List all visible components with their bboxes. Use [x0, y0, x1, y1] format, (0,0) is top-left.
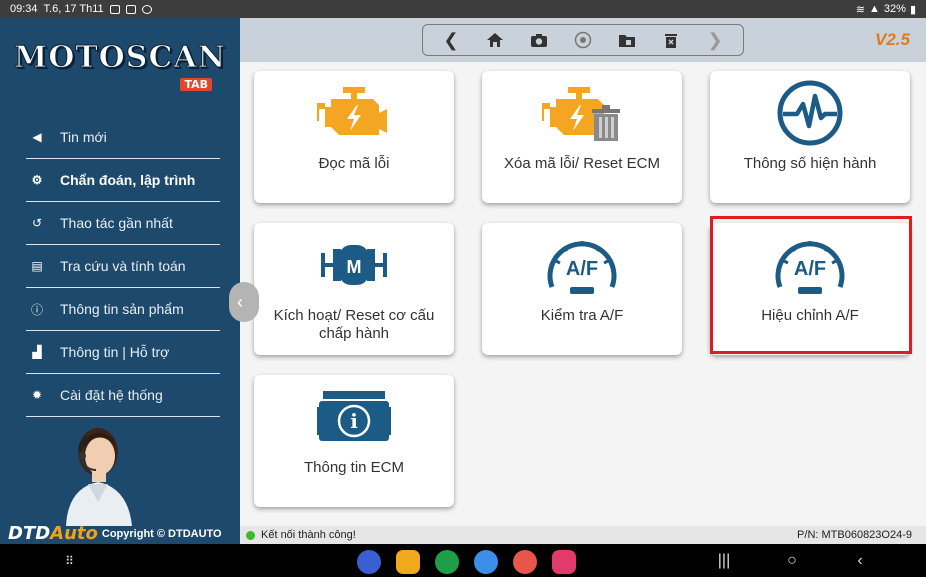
sync-notification-icon [141, 4, 152, 14]
tile-af-check[interactable]: A/F Kiểm tra A/F [482, 223, 682, 355]
chat-app-icon[interactable] [474, 550, 498, 574]
selection-highlight [710, 216, 912, 354]
sidebar-menu: ◀ Tin mới ⚙ Chẩn đoán, lập trình ↺ Thao … [26, 116, 220, 417]
forward-button[interactable]: ❯ [702, 27, 728, 53]
copyright-text: Copyright © DTDAUTO [101, 527, 222, 540]
toolbar: ❮ ❯ V2.5 [240, 18, 926, 62]
sidebar-collapse-button[interactable]: ‹ [229, 282, 259, 322]
files-app-icon[interactable] [396, 550, 420, 574]
grid-icon: ⠿ [65, 553, 75, 568]
sidebar-item-label: Thông tin | Hỗ trợ [60, 344, 170, 360]
logo-title: MOTOSCAN [14, 40, 227, 76]
motor-icon: M [321, 245, 387, 285]
pulse-icon [777, 80, 843, 146]
connection-bar: Kết nối thành công! P/N: MTB060823O24-9 [240, 526, 926, 544]
recent-apps-button[interactable]: ||| [712, 544, 736, 577]
signal-icon: ▲ [869, 3, 880, 15]
record-icon [574, 31, 592, 49]
diagnostic-tool-icon: ⚙ [31, 173, 43, 187]
sidebar-item-label: Cài đặt hệ thống [60, 387, 163, 403]
gallery-app-icon[interactable] [552, 550, 576, 574]
android-nav-bar: ⠿ ||| ○ ‹ [0, 544, 926, 577]
clipboard-icon: ▤ [31, 259, 43, 273]
main-panel: ❮ ❯ V2.5 Đọc mã lỗi Xóa mã lỗi/ Reset EC… [240, 18, 926, 526]
logo-tab: TAB [180, 78, 212, 91]
sidebar-item-label: Tin mới [60, 129, 107, 145]
factory-icon: ▟ [32, 345, 42, 359]
back-button[interactable]: ❮ [438, 27, 464, 53]
tile-label: Kiểm tra A/F [540, 307, 624, 324]
tile-clear-dtc[interactable]: Xóa mã lỗi/ Reset ECM [482, 71, 682, 203]
record-button[interactable] [570, 27, 596, 53]
app-version: V2.5 [875, 30, 910, 49]
phone-app-icon[interactable] [435, 550, 459, 574]
tile-ecm-info[interactable]: i Thông tin ECM [254, 375, 454, 507]
sidebar-item-label: Chẩn đoán, lập trình [60, 172, 196, 188]
engine-trash-icon [542, 87, 620, 141]
sidebar-item-news[interactable]: ◀ Tin mới [26, 116, 220, 159]
chevron-left-icon: ‹ [237, 291, 243, 312]
sidebar-item-label: Thao tác gần nhất [60, 215, 173, 231]
tile-read-dtc[interactable]: Đọc mã lỗi [254, 71, 454, 203]
ecm-info-icon: i [317, 391, 391, 441]
home-nav-button[interactable]: ○ [780, 544, 804, 577]
connection-status-icon [246, 530, 255, 540]
connection-status: Kết nối thành công! [261, 529, 356, 541]
tile-label: Xóa mã lỗi/ Reset ECM [504, 155, 660, 172]
home-circle-icon: ○ [787, 551, 797, 569]
shield-notification-icon [125, 4, 136, 14]
home-icon [487, 33, 503, 47]
svg-text:A/F: A/F [566, 258, 598, 280]
info-icon: ⓘ [30, 302, 43, 317]
sidebar-item-settings[interactable]: ✹ Cài đặt hệ thống [26, 374, 220, 417]
home-button[interactable] [482, 27, 508, 53]
tile-live-data[interactable]: Thông số hiện hành [710, 71, 910, 203]
app-drawer-button[interactable]: ⠿ [58, 544, 82, 577]
part-number: P/N: MTB060823O24-9 [797, 529, 912, 541]
status-bar: 09:34 T.6, 17 Th11 ≋ ▲ 32% ▮ [0, 0, 926, 18]
app-logo: MOTOSCAN TAB [14, 40, 227, 110]
support-agent-avatar [66, 428, 132, 526]
tile-label: Thông tin ECM [303, 459, 405, 476]
trash-icon [665, 34, 677, 48]
battery-percent: 32% [883, 3, 906, 15]
sidebar-item-support[interactable]: ▟ Thông tin | Hỗ trợ [26, 331, 220, 374]
sidebar: MOTOSCAN TAB ◀ Tin mới ⚙ Chẩn đoán, lập … [0, 18, 240, 544]
af-gauge-icon: A/F [547, 241, 617, 294]
screenshot-button[interactable] [526, 27, 552, 53]
folder-button[interactable] [614, 27, 640, 53]
sidebar-item-product-info[interactable]: ⓘ Thông tin sản phẩm [26, 288, 220, 331]
recent-apps-icon: ||| [717, 551, 731, 569]
tile-label: Thông số hiện hành [743, 155, 877, 172]
camera-icon [531, 33, 547, 47]
brand-logo: DTDAuto [8, 523, 98, 544]
contacts-app-icon[interactable] [513, 550, 537, 574]
gallery-notification-icon [109, 4, 120, 14]
toolbar-nav: ❮ ❯ [422, 24, 744, 56]
sidebar-item-label: Tra cứu và tính toán [60, 258, 186, 274]
battery-icon: ▮ [909, 3, 916, 16]
tile-label: Đọc mã lỗi [318, 155, 390, 172]
sidebar-item-label: Thông tin sản phẩm [60, 301, 184, 317]
delete-button[interactable] [658, 27, 684, 53]
back-nav-button[interactable]: ‹ [848, 544, 872, 577]
messenger-app-icon[interactable] [357, 550, 381, 574]
engine-icon [317, 87, 387, 135]
gear-icon: ✹ [31, 388, 43, 402]
svg-text:M: M [347, 257, 362, 277]
back-chevron-icon: ‹ [857, 551, 863, 569]
status-date: T.6, 17 Th11 [43, 3, 104, 15]
status-time: 09:34 [10, 3, 38, 15]
svg-text:i: i [350, 409, 358, 433]
sidebar-item-diagnostics[interactable]: ⚙ Chẩn đoán, lập trình [26, 159, 220, 202]
tile-actuator-test[interactable]: M Kích hoạt/ Reset cơ cấu chấp hành [254, 223, 454, 355]
wifi-icon: ≋ [855, 3, 866, 16]
history-icon: ↺ [31, 216, 43, 230]
sidebar-item-lookup[interactable]: ▤ Tra cứu và tính toán [26, 245, 220, 288]
tile-label: Kích hoạt/ Reset cơ cấu chấp hành [273, 307, 435, 342]
sidebar-item-recent[interactable]: ↺ Thao tác gần nhất [26, 202, 220, 245]
megaphone-icon: ◀ [32, 130, 42, 144]
copyright: DTDAuto Copyright © DTDAUTO [8, 523, 222, 544]
folder-icon [619, 34, 635, 47]
